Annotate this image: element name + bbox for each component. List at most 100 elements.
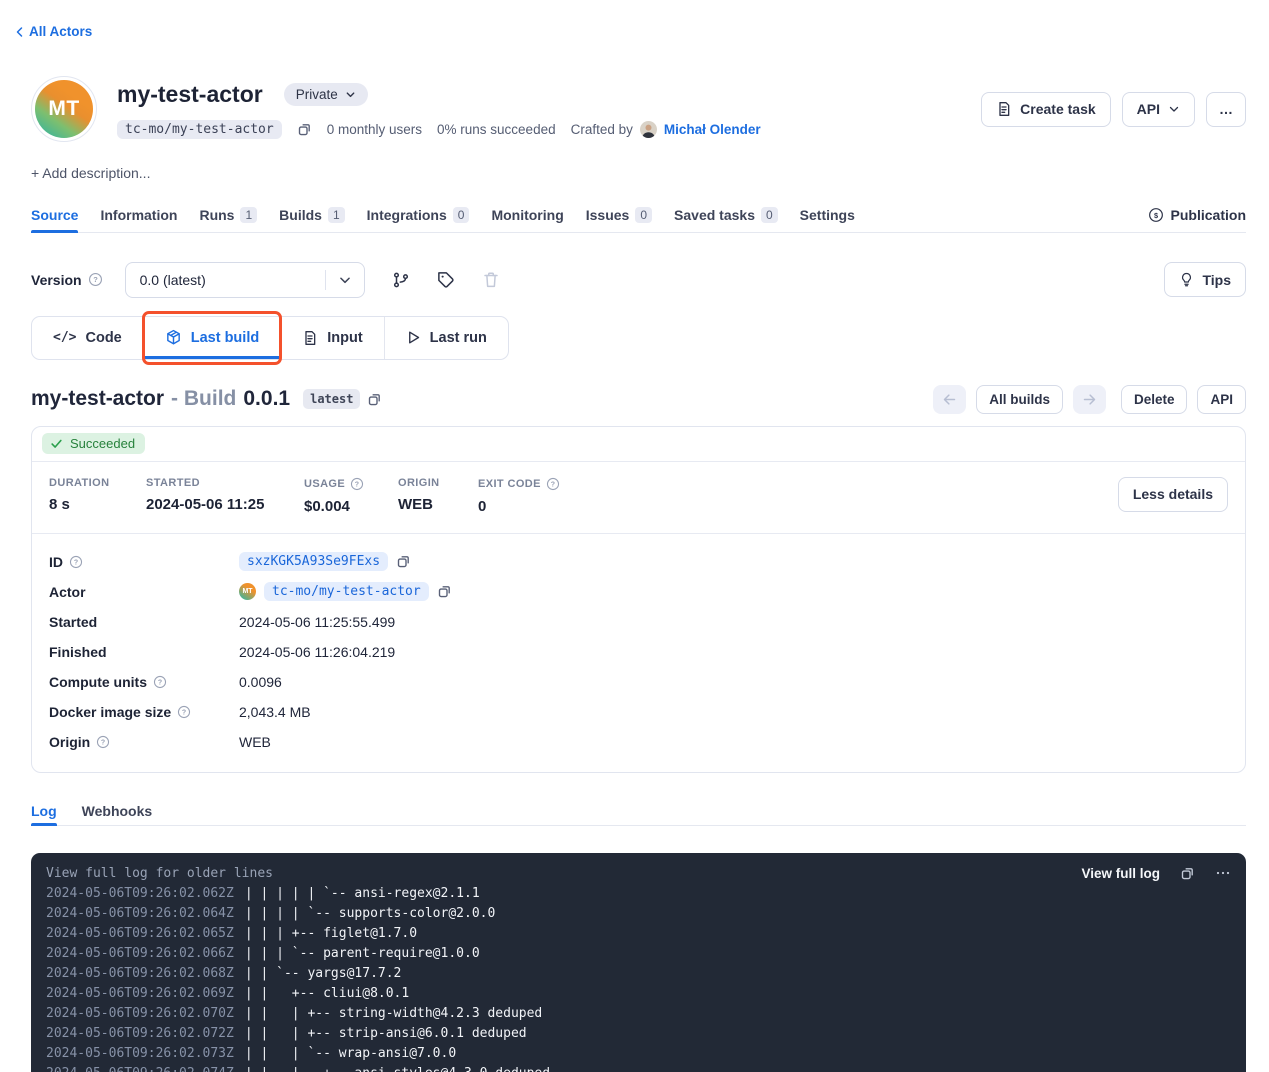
delete-build-button[interactable]: Delete xyxy=(1121,385,1188,414)
breadcrumb[interactable]: All Actors xyxy=(14,24,92,39)
help-icon[interactable]: ? xyxy=(350,477,364,491)
tab-count: 0 xyxy=(635,207,652,223)
git-branch-icon[interactable] xyxy=(392,271,410,289)
view-older-lines-link[interactable]: View full log for older lines xyxy=(46,866,273,881)
tab-code[interactable]: </> Code xyxy=(32,317,143,359)
copy-icon[interactable] xyxy=(367,392,382,407)
help-icon[interactable]: ? xyxy=(546,477,560,491)
svg-text:?: ? xyxy=(93,275,98,284)
build-header: my-test-actor - Build 0.0.1 latest All b… xyxy=(31,385,1246,414)
tips-button[interactable]: Tips xyxy=(1164,262,1246,297)
tab-count: 1 xyxy=(240,207,257,223)
detail-row-actor: Actor MTtc-mo/my-test-actor xyxy=(49,577,1228,607)
api-dropdown-button[interactable]: API xyxy=(1122,92,1195,127)
chevron-left-icon xyxy=(14,26,26,38)
more-actions-button[interactable]: … xyxy=(1206,92,1246,127)
author-link[interactable]: Michał Olender xyxy=(664,122,761,137)
previous-build-button[interactable] xyxy=(933,385,966,414)
view-full-log-button[interactable]: View full log xyxy=(1081,866,1160,881)
runs-succeeded-stat: 0% runs succeeded xyxy=(437,122,556,137)
actor-avatar: MT xyxy=(31,76,97,142)
tab-last-run[interactable]: Last run xyxy=(384,317,508,359)
tag-icon[interactable] xyxy=(437,271,455,289)
check-icon xyxy=(50,437,63,450)
actor-header: MT my-test-actor Private tc-mo/my-test-a… xyxy=(31,76,1246,142)
trash-icon xyxy=(482,271,500,289)
tab-count: 1 xyxy=(328,207,345,223)
detail-row-id: ID? sxzKGK5A93Se9FExs xyxy=(49,547,1228,577)
code-icon: </> xyxy=(53,330,76,345)
copy-icon[interactable] xyxy=(297,122,312,137)
lightbulb-icon xyxy=(1179,272,1194,287)
log-line: 2024-05-06T09:26:02.073Z| | | `-- wrap-a… xyxy=(46,1044,1231,1064)
build-log-terminal: View full log for older lines View full … xyxy=(31,853,1246,1072)
log-tab-bar: Log Webhooks xyxy=(31,797,1246,826)
log-line: 2024-05-06T09:26:02.062Z| | | | | `-- an… xyxy=(46,884,1231,904)
tab-count: 0 xyxy=(761,207,778,223)
version-label: Version xyxy=(31,272,82,288)
log-line: 2024-05-06T09:26:02.066Z| | | `-- parent… xyxy=(46,944,1231,964)
tab-webhooks[interactable]: Webhooks xyxy=(82,797,153,825)
tab-log[interactable]: Log xyxy=(31,797,57,825)
tab-monitoring[interactable]: Monitoring xyxy=(491,199,563,232)
usage-value: $0.004 xyxy=(304,498,398,515)
started-value: 2024-05-06 11:25 xyxy=(146,496,304,513)
next-build-button[interactable] xyxy=(1073,385,1106,414)
origin-value: WEB xyxy=(398,496,478,513)
help-icon[interactable]: ? xyxy=(153,675,167,689)
tab-information[interactable]: Information xyxy=(100,199,177,232)
actor-tab-bar: Source Information Runs1 Builds1 Integra… xyxy=(31,199,1246,233)
help-icon[interactable]: ? xyxy=(88,272,103,287)
publication-link[interactable]: $ Publication xyxy=(1148,207,1246,223)
started-timestamp: 2024-05-06 11:25:55.499 xyxy=(239,614,395,630)
create-task-button[interactable]: Create task xyxy=(981,92,1111,127)
less-details-button[interactable]: Less details xyxy=(1118,477,1228,512)
tab-saved-tasks[interactable]: Saved tasks0 xyxy=(674,199,778,232)
copy-icon[interactable] xyxy=(396,554,411,569)
version-select[interactable]: 0.0 (latest) xyxy=(125,262,365,298)
ellipsis-icon[interactable] xyxy=(1215,865,1231,881)
tab-source[interactable]: Source xyxy=(31,199,78,232)
help-icon[interactable]: ? xyxy=(177,705,191,719)
actor-link-pill[interactable]: tc-mo/my-test-actor xyxy=(264,582,429,601)
svg-text:?: ? xyxy=(551,481,556,488)
origin-detail-value: WEB xyxy=(239,734,271,750)
latest-badge: latest xyxy=(303,389,360,409)
add-description-link[interactable]: + Add description... xyxy=(31,165,1246,181)
tab-integrations[interactable]: Integrations0 xyxy=(367,199,470,232)
copy-icon[interactable] xyxy=(437,584,452,599)
detail-row-docker-image-size: Docker image size? 2,043.4 MB xyxy=(49,697,1228,727)
dollar-circle-icon: $ xyxy=(1148,207,1164,223)
author-avatar xyxy=(640,121,657,138)
log-line: 2024-05-06T09:26:02.068Z| | `-- yargs@17… xyxy=(46,964,1231,984)
copy-icon[interactable] xyxy=(1180,866,1195,881)
svg-text:?: ? xyxy=(101,739,105,746)
help-icon[interactable]: ? xyxy=(96,735,110,749)
ellipsis-icon: … xyxy=(1219,101,1233,117)
all-builds-button[interactable]: All builds xyxy=(976,385,1063,414)
build-details-list: ID? sxzKGK5A93Se9FExs Actor MTtc-mo/my-t… xyxy=(32,534,1245,772)
tab-runs[interactable]: Runs1 xyxy=(199,199,257,232)
chevron-down-icon xyxy=(345,89,356,100)
version-selected-value: 0.0 (latest) xyxy=(126,272,325,288)
log-line: 2024-05-06T09:26:02.064Z| | | | `-- supp… xyxy=(46,904,1231,924)
tab-builds[interactable]: Builds1 xyxy=(279,199,344,232)
finished-timestamp: 2024-05-06 11:26:04.219 xyxy=(239,644,395,660)
visibility-dropdown[interactable]: Private xyxy=(284,83,368,106)
build-api-button[interactable]: API xyxy=(1197,385,1246,414)
detail-row-started: Started 2024-05-06 11:25:55.499 xyxy=(49,607,1228,637)
tab-settings[interactable]: Settings xyxy=(800,199,855,232)
tab-issues[interactable]: Issues0 xyxy=(586,199,652,232)
build-id-value[interactable]: sxzKGK5A93Se9FExs xyxy=(239,552,388,571)
tab-input[interactable]: Input xyxy=(280,317,383,359)
log-line: 2024-05-06T09:26:02.072Z| | | +-- strip-… xyxy=(46,1024,1231,1044)
version-bar: Version ? 0.0 (latest) Tips xyxy=(31,262,1246,298)
help-icon[interactable]: ? xyxy=(69,555,83,569)
tab-last-build[interactable]: Last build xyxy=(143,317,280,359)
tab-count: 0 xyxy=(453,207,470,223)
package-icon xyxy=(165,329,182,346)
detail-row-origin: Origin? WEB xyxy=(49,727,1228,757)
file-icon xyxy=(302,330,318,346)
log-line: 2024-05-06T09:26:02.069Z| | +-- cliui@8.… xyxy=(46,984,1231,1004)
crafted-by-label: Crafted by xyxy=(571,122,633,137)
